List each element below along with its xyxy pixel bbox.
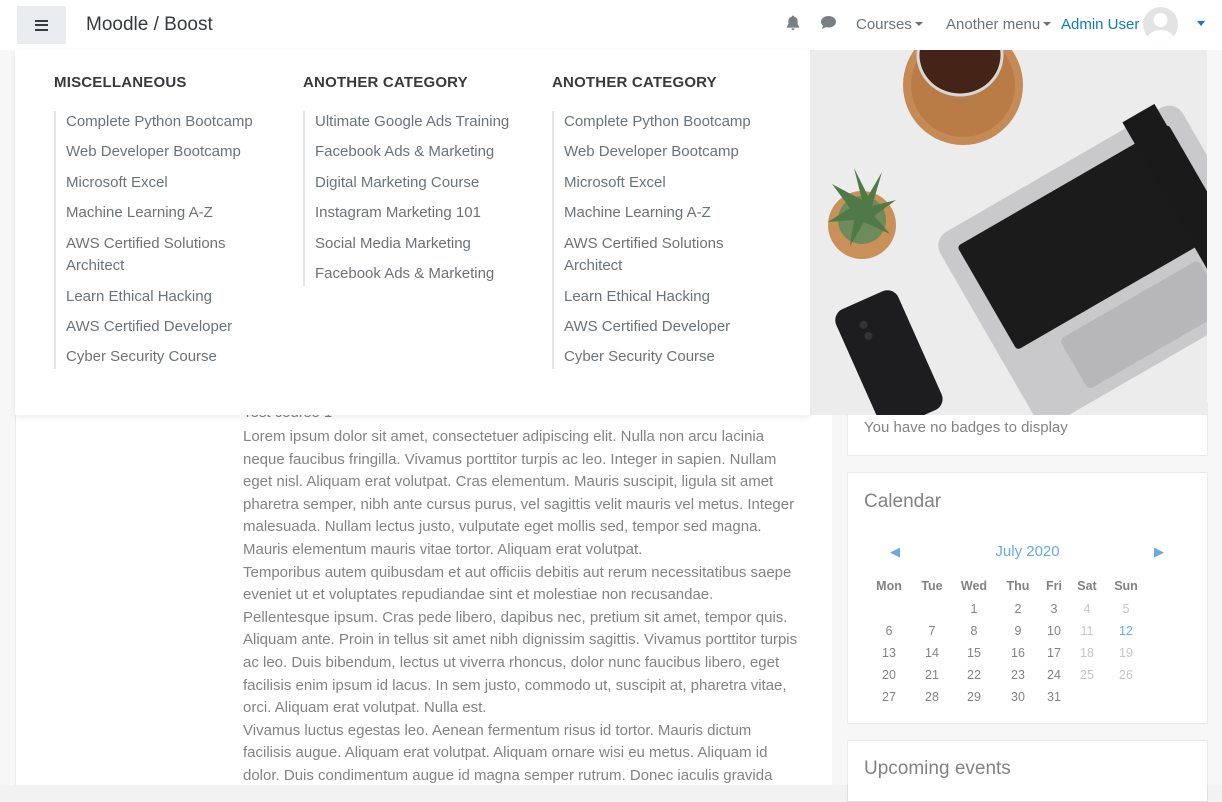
menu-icon bbox=[35, 19, 48, 31]
mega-menu-item[interactable]: AWS Certified Solutions Architect bbox=[564, 233, 767, 286]
site-brand[interactable]: Moodle / Boost bbox=[86, 14, 213, 36]
mega-menu-item[interactable]: Facebook Ads & Marketing bbox=[315, 141, 518, 171]
mega-menu-heading: ANOTHER CATEGORY bbox=[552, 74, 717, 91]
caret-down-icon bbox=[914, 22, 923, 27]
mega-menu-item[interactable]: Microsoft Excel bbox=[66, 172, 269, 202]
user-menu-name[interactable]: Admin User bbox=[1061, 16, 1139, 33]
bell-icon[interactable] bbox=[786, 15, 800, 31]
drawer-toggle-button[interactable] bbox=[17, 6, 66, 44]
mega-menu-item[interactable]: Social Media Marketing bbox=[315, 233, 518, 263]
another-menu[interactable]: Another menu bbox=[946, 16, 1052, 33]
chat-icon[interactable] bbox=[820, 15, 837, 30]
mega-menu-item[interactable]: Facebook Ads & Marketing bbox=[315, 263, 518, 286]
mega-menu-item[interactable]: AWS Certified Solutions Architect bbox=[66, 233, 269, 286]
mega-menu-item[interactable]: Complete Python Bootcamp bbox=[66, 111, 269, 141]
mega-menu-heading: MISCELLANEOUS bbox=[54, 74, 187, 91]
mega-menu-column: ANOTHER CATEGORY Ultimate Google Ads Tra… bbox=[303, 74, 518, 286]
mega-menu: MISCELLANEOUS Complete Python Bootcamp W… bbox=[15, 50, 810, 415]
mega-menu-column: ANOTHER CATEGORY Complete Python Bootcam… bbox=[552, 74, 767, 369]
caret-down-icon bbox=[1043, 22, 1052, 27]
mega-menu-list: Complete Python Bootcamp Web Developer B… bbox=[54, 111, 269, 369]
caret-down-icon[interactable] bbox=[1197, 21, 1205, 26]
mega-menu-item[interactable]: Microsoft Excel bbox=[564, 172, 767, 202]
navbar: Moodle / Boost Courses Another menu Admi… bbox=[0, 0, 1222, 50]
courses-menu-label: Courses bbox=[856, 16, 912, 33]
mega-menu-column: MISCELLANEOUS Complete Python Bootcamp W… bbox=[54, 74, 269, 369]
mega-menu-item[interactable]: AWS Certified Developer bbox=[66, 316, 269, 346]
mega-menu-item[interactable]: Cyber Security Course bbox=[66, 346, 269, 369]
mega-menu-item[interactable]: Ultimate Google Ads Training bbox=[315, 111, 518, 141]
mega-menu-item[interactable]: AWS Certified Developer bbox=[564, 316, 767, 346]
mega-menu-item[interactable]: Cyber Security Course bbox=[564, 346, 767, 369]
mega-menu-item[interactable]: Learn Ethical Hacking bbox=[564, 286, 767, 316]
mega-menu-item[interactable]: Web Developer Bootcamp bbox=[564, 141, 767, 171]
mega-menu-item[interactable]: Complete Python Bootcamp bbox=[564, 111, 767, 141]
avatar-icon[interactable] bbox=[1143, 7, 1178, 42]
mega-menu-image bbox=[810, 50, 1207, 415]
mega-menu-item[interactable]: Instagram Marketing 101 bbox=[315, 202, 518, 232]
mega-menu-item[interactable]: Digital Marketing Course bbox=[315, 172, 518, 202]
mega-menu-list: Complete Python Bootcamp Web Developer B… bbox=[552, 111, 767, 369]
mega-menu-item[interactable]: Learn Ethical Hacking bbox=[66, 286, 269, 316]
courses-menu[interactable]: Courses bbox=[856, 16, 923, 33]
mega-menu-item[interactable]: Machine Learning A-Z bbox=[66, 202, 269, 232]
another-menu-label: Another menu bbox=[946, 16, 1041, 33]
mega-menu-list: Ultimate Google Ads Training Facebook Ad… bbox=[303, 111, 518, 286]
mega-menu-item[interactable]: Web Developer Bootcamp bbox=[66, 141, 269, 171]
mega-menu-item[interactable]: Machine Learning A-Z bbox=[564, 202, 767, 232]
mega-menu-heading: ANOTHER CATEGORY bbox=[303, 74, 468, 91]
